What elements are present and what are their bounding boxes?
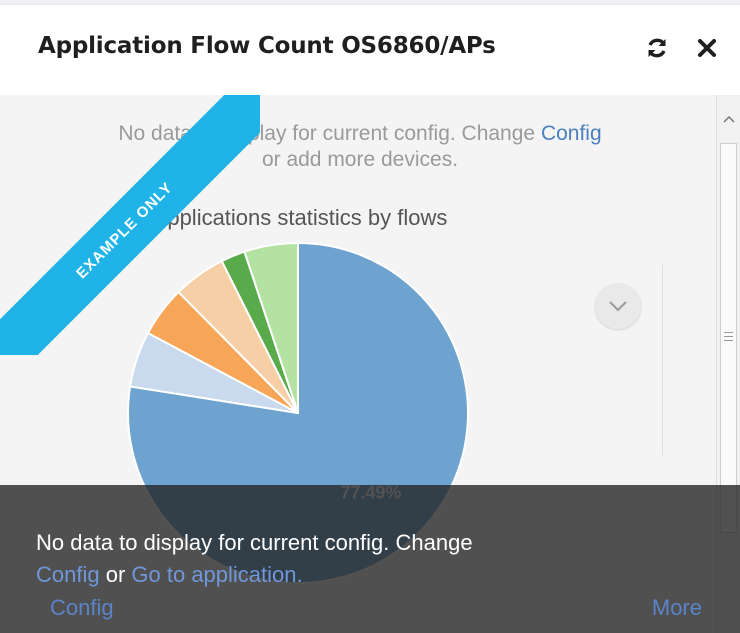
go-to-application-link[interactable]: Go to application. bbox=[131, 562, 302, 587]
app-flow-widget: Application Flow Count OS6860/APs No dat… bbox=[0, 4, 740, 633]
chart-menu-button[interactable] bbox=[595, 283, 641, 329]
footer-more-link[interactable]: More bbox=[652, 595, 702, 621]
widget-body: No data to display for current config. C… bbox=[0, 95, 740, 633]
scroll-grip bbox=[724, 336, 733, 337]
scroll-up-arrow[interactable] bbox=[717, 109, 740, 129]
scroll-grip bbox=[724, 332, 733, 333]
no-data-overlay: No data to display for current config. C… bbox=[0, 485, 740, 633]
widget-title: Application Flow Count OS6860/APs bbox=[38, 33, 496, 59]
refresh-icon[interactable] bbox=[642, 33, 672, 63]
scroll-thumb[interactable] bbox=[720, 143, 737, 533]
widget-header: Application Flow Count OS6860/APs bbox=[0, 5, 740, 96]
overlay-text: No data to display for current config. C… bbox=[36, 530, 473, 555]
overlay-message: No data to display for current config. C… bbox=[36, 527, 656, 591]
overlay-config-link[interactable]: Config bbox=[36, 562, 100, 587]
chevron-down-icon bbox=[609, 301, 627, 312]
footer-config-link[interactable]: Config bbox=[50, 595, 114, 621]
scroll-grip bbox=[724, 340, 733, 341]
legend-divider bbox=[662, 265, 663, 455]
overlay-or: or bbox=[105, 562, 126, 587]
close-icon[interactable] bbox=[692, 33, 722, 63]
